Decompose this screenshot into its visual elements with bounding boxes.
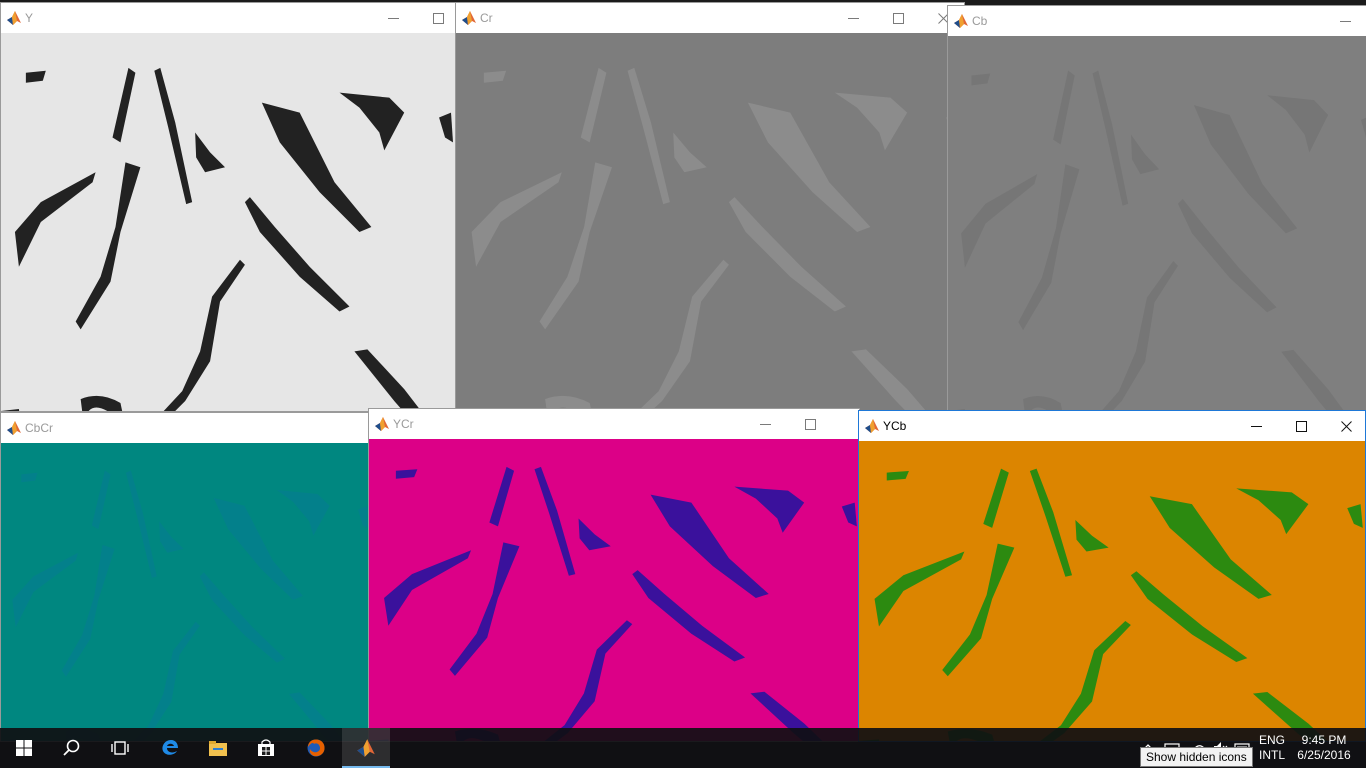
- search-button[interactable]: [48, 728, 96, 768]
- image-background: [948, 36, 1366, 411]
- matlab-icon: [7, 11, 21, 25]
- image-ycr: [369, 439, 859, 741]
- minimize-button[interactable]: [372, 3, 417, 33]
- minimize-button[interactable]: [1324, 6, 1366, 36]
- matlab-icon: [865, 419, 879, 433]
- clock-time: 9:45 PM: [1301, 733, 1347, 747]
- image-background: [859, 441, 1365, 741]
- image-ycb: [859, 441, 1365, 741]
- window-ycr[interactable]: YCr: [368, 408, 860, 742]
- window-cb[interactable]: Cb: [947, 5, 1366, 412]
- language-indicator[interactable]: ENG INTL: [1252, 733, 1292, 763]
- keyboard-layout: INTL: [1258, 748, 1285, 762]
- window-cr[interactable]: Cr: [455, 2, 965, 412]
- matlab-icon: [357, 739, 375, 757]
- maximize-button[interactable]: [789, 409, 834, 439]
- minimize-button[interactable]: [832, 3, 877, 33]
- task-view-button[interactable]: [96, 728, 144, 768]
- start-icon: [16, 740, 32, 756]
- image-background: [1, 443, 371, 741]
- language-code: ENG: [1258, 733, 1285, 747]
- image-background: [1, 33, 455, 411]
- window-y[interactable]: Y: [0, 2, 456, 412]
- window-cbcr[interactable]: CbCr: [0, 412, 372, 742]
- minimize-button[interactable]: [744, 409, 789, 439]
- store-button[interactable]: [242, 728, 290, 768]
- file-explorer-button[interactable]: [194, 728, 242, 768]
- firefox-icon: [307, 739, 325, 757]
- titlebar[interactable]: CbCr: [1, 413, 371, 443]
- close-button[interactable]: [1325, 411, 1365, 441]
- store-icon: [258, 739, 274, 756]
- firefox-button[interactable]: [292, 728, 340, 768]
- search-icon: [63, 739, 80, 756]
- matlab-icon: [462, 11, 476, 25]
- window-title: Cb: [972, 14, 988, 28]
- window-title: CbCr: [25, 421, 54, 435]
- window-title: Y: [25, 11, 34, 25]
- matlab-icon: [7, 421, 21, 435]
- image-background: [369, 439, 859, 741]
- image-background: [456, 33, 964, 411]
- maximize-button[interactable]: [417, 3, 455, 33]
- start-button[interactable]: [0, 728, 48, 768]
- titlebar[interactable]: YCb: [859, 411, 1365, 441]
- maximize-button[interactable]: [1280, 411, 1325, 441]
- matlab-icon: [954, 14, 968, 28]
- clock-date: 6/25/2016: [1297, 748, 1351, 762]
- image-cb: [948, 36, 1366, 411]
- titlebar[interactable]: Cr: [456, 3, 964, 33]
- image-cr: [456, 33, 964, 411]
- image-y: [1, 33, 455, 411]
- titlebar[interactable]: Cb: [948, 6, 1366, 36]
- window-title: Cr: [480, 11, 493, 25]
- titlebar[interactable]: Y: [1, 3, 455, 33]
- task-view-icon: [111, 741, 129, 755]
- minimize-button[interactable]: [1235, 411, 1280, 441]
- window-ycb[interactable]: YCb: [858, 410, 1366, 742]
- tooltip: Show hidden icons: [1140, 747, 1253, 767]
- edge-button[interactable]: [146, 728, 194, 768]
- file-explorer-icon: [209, 741, 227, 756]
- matlab-taskbar-button[interactable]: [342, 728, 390, 768]
- titlebar[interactable]: YCr: [369, 409, 859, 439]
- clock[interactable]: 9:45 PM 6/25/2016: [1294, 733, 1354, 763]
- window-title: YCb: [883, 419, 907, 433]
- window-title: YCr: [393, 417, 414, 431]
- maximize-button[interactable]: [877, 3, 922, 33]
- image-cbcr: [1, 443, 371, 741]
- edge-icon: [162, 740, 178, 755]
- matlab-icon: [375, 417, 389, 431]
